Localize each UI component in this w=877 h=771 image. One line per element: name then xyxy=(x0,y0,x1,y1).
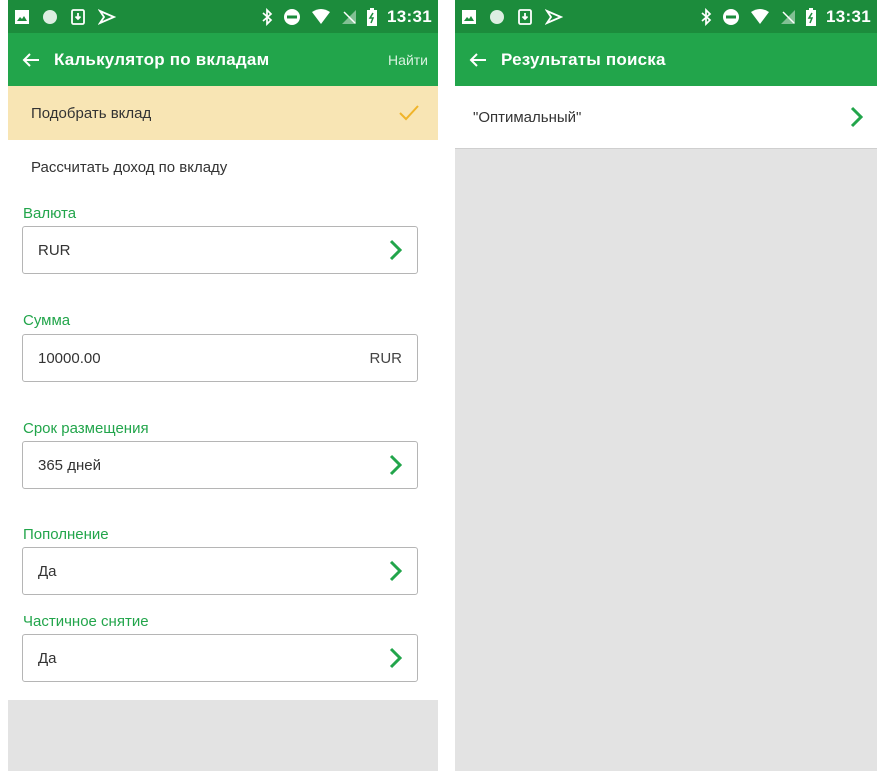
amount-input[interactable]: 10000.00 RUR xyxy=(22,334,418,382)
withdrawal-select[interactable]: Да xyxy=(22,634,418,682)
calculator-form: Подобрать вклад Рассчитать доход по вкла… xyxy=(8,86,438,700)
calculator-screen: 13:31 Калькулятор по вкладам Найти Подоб… xyxy=(8,0,438,771)
status-time: 13:31 xyxy=(826,6,871,26)
status-bar: 13:31 xyxy=(455,0,877,33)
field-label-amount: Сумма xyxy=(23,312,71,329)
dnd-icon xyxy=(723,8,740,25)
status-bar: 13:31 xyxy=(8,0,438,33)
battery-icon xyxy=(367,7,378,26)
chevron-right-icon xyxy=(388,454,402,476)
amount-unit: RUR xyxy=(369,349,403,367)
search-results-screen: 13:31 Результаты поиска "Оптимальный" xyxy=(455,0,877,771)
result-label: "Оптимальный" xyxy=(473,108,582,126)
term-select[interactable]: 365 дней xyxy=(22,441,418,489)
circle-icon xyxy=(43,9,57,24)
back-arrow-icon xyxy=(22,52,39,67)
bluetooth-icon xyxy=(701,7,712,26)
status-time: 13:31 xyxy=(387,6,432,26)
cast-icon xyxy=(545,8,563,25)
page-title: Калькулятор по вкладам xyxy=(54,49,270,69)
wifi-icon xyxy=(751,8,770,24)
cast-icon xyxy=(98,8,116,25)
topup-select[interactable]: Да xyxy=(22,547,418,595)
term-value: 365 дней xyxy=(38,456,101,474)
app-bar: Результаты поиска xyxy=(455,33,877,86)
check-icon xyxy=(399,105,419,121)
back-arrow-icon xyxy=(469,52,486,67)
withdrawal-value: Да xyxy=(38,649,57,667)
circle-icon xyxy=(490,9,504,24)
download-icon xyxy=(71,8,85,25)
results-list: "Оптимальный" xyxy=(455,86,877,149)
currency-select[interactable]: RUR xyxy=(22,226,418,274)
amount-value: 10000.00 xyxy=(38,349,101,367)
download-icon xyxy=(518,8,532,25)
chevron-right-icon xyxy=(388,647,402,669)
field-label-withdrawal: Частичное снятие xyxy=(23,613,149,630)
mode-pick-deposit[interactable]: Подобрать вклад xyxy=(8,86,438,140)
mode-label: Рассчитать доход по вкладу xyxy=(31,158,228,176)
chevron-right-icon xyxy=(388,560,402,582)
mode-calculate-income[interactable]: Рассчитать доход по вкладу xyxy=(8,140,438,194)
no-signal-icon xyxy=(342,9,357,24)
no-signal-icon xyxy=(781,9,796,24)
image-icon xyxy=(462,9,476,24)
topup-value: Да xyxy=(38,562,57,580)
chevron-right-icon xyxy=(388,239,402,261)
field-label-topup: Пополнение xyxy=(23,526,109,543)
dnd-icon xyxy=(284,8,301,25)
image-icon xyxy=(15,9,29,24)
wifi-icon xyxy=(312,8,331,24)
chevron-right-icon xyxy=(849,106,863,128)
search-button[interactable]: Найти xyxy=(388,52,438,68)
page-title: Результаты поиска xyxy=(501,49,666,69)
list-item[interactable]: "Оптимальный" xyxy=(455,86,877,148)
app-bar: Калькулятор по вкладам Найти xyxy=(8,33,438,86)
back-button[interactable] xyxy=(8,33,54,86)
field-label-term: Срок размещения xyxy=(23,420,149,437)
field-label-currency: Валюта xyxy=(23,205,77,222)
bluetooth-icon xyxy=(262,7,273,26)
mode-label: Подобрать вклад xyxy=(31,104,152,122)
currency-value: RUR xyxy=(38,241,71,259)
back-button[interactable] xyxy=(455,33,501,86)
battery-icon xyxy=(806,7,817,26)
